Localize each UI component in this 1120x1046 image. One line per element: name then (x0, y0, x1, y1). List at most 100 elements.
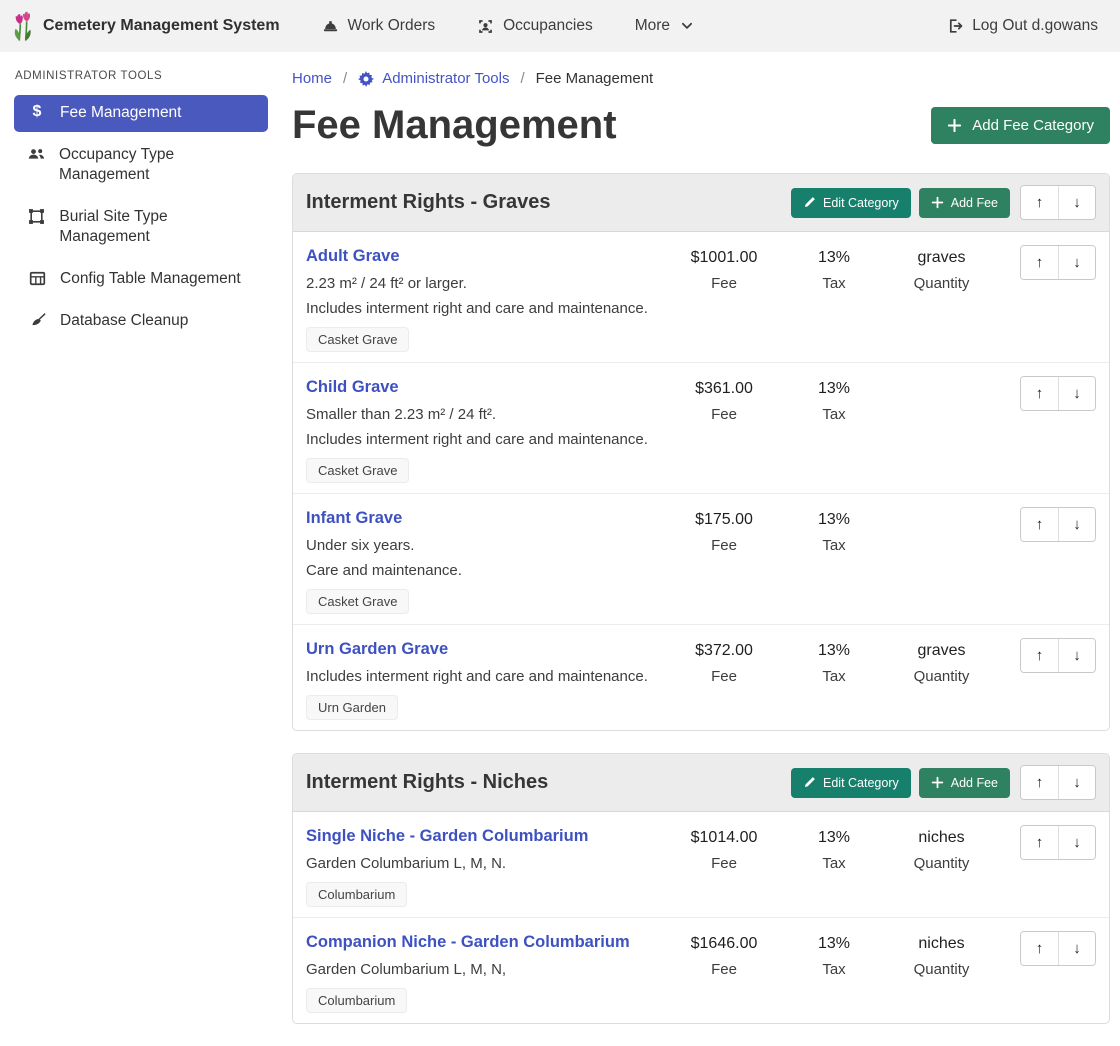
fee-type-badge: Columbarium (306, 882, 407, 907)
sidebar: ADMINISTRATOR TOOLS $ Fee Management Occup… (0, 52, 280, 345)
broom-icon (27, 312, 47, 329)
users-icon (27, 146, 46, 162)
logout-label: Log Out d.gowans (972, 17, 1098, 35)
fee-move-up-button[interactable]: ↑ (1021, 508, 1058, 541)
breadcrumb-administrator-tools[interactable]: Administrator Tools (358, 70, 509, 87)
quantity-unit-value: graves (879, 640, 1004, 661)
fee-move-down-button[interactable]: ↓ (1058, 377, 1095, 410)
breadcrumb-home[interactable]: Home (292, 70, 332, 87)
fee-name-link[interactable]: Urn Garden Grave (306, 639, 448, 660)
sidebar-item-burial-site-type-management[interactable]: Burial Site Type Management (14, 199, 268, 256)
quantity-empty (879, 506, 1004, 509)
top-nav-links: Work Orders Occupancies More (280, 17, 694, 35)
sidebar-item-database-cleanup[interactable]: Database Cleanup (14, 303, 268, 340)
app-title: Cemetery Management System (43, 17, 280, 35)
fee-name-link[interactable]: Child Grave (306, 377, 399, 398)
fee-row-arrows: ↑↓ (1010, 375, 1096, 411)
quantity-unit: niches Quantity (879, 824, 1004, 872)
dollar-icon: $ (27, 104, 47, 120)
quantity-unit: gravesQuantity (879, 244, 1004, 292)
fee-move-down-button[interactable]: ↓ (1058, 508, 1095, 541)
tax-rate-label: Tax (789, 668, 879, 685)
fee-name-link[interactable]: Adult Grave (306, 246, 400, 267)
fee-move-down-button[interactable]: ↓ (1058, 826, 1095, 859)
quantity-unit-value: graves (879, 247, 1004, 268)
quantity-unit: graves Quantity (879, 637, 1004, 685)
vector-square-icon (27, 208, 46, 225)
category-move-up-button[interactable]: ↑ (1021, 766, 1058, 799)
category-reorder-group: ↑↓ (1020, 765, 1096, 800)
edit-category-button[interactable]: Edit Category (791, 768, 911, 798)
nav-item-label: More (635, 17, 670, 35)
sidebar-item-fee-management[interactable]: $ Fee Management (14, 95, 268, 132)
add-fee-label: Add Fee (951, 776, 998, 790)
fee-amount-label: Fee (659, 406, 789, 423)
fee-move-down-button[interactable]: ↓ (1058, 246, 1095, 279)
fee-reorder-group: ↑↓ (1020, 931, 1096, 966)
edit-category-label: Edit Category (823, 776, 899, 790)
fee-move-down-button[interactable]: ↓ (1058, 639, 1095, 672)
fee-description: Smaller than 2.23 m² / 24 ft². (306, 405, 659, 424)
fee-reorder-group: ↑↓ (1020, 507, 1096, 542)
logout-link[interactable]: Log Out d.gowans (947, 17, 1098, 35)
fee-reorder-group: ↑↓ (1020, 638, 1096, 673)
quantity-unit-label: Quantity (879, 668, 1004, 685)
fee-row: Adult Grave2.23 m² / 24 ft² or larger.In… (293, 232, 1109, 363)
quantity-unit: nichesQuantity (879, 930, 1004, 978)
category-move-up-button[interactable]: ↑ (1021, 186, 1058, 219)
tax-rate-value: 13% (789, 378, 879, 399)
quantity-unit-label: Quantity (879, 961, 1004, 978)
edit-category-label: Edit Category (823, 196, 899, 210)
fee-move-up-button[interactable]: ↑ (1021, 246, 1058, 279)
fee-move-up-button[interactable]: ↑ (1021, 377, 1058, 410)
fee-move-up-button[interactable]: ↑ (1021, 639, 1058, 672)
fee-move-up-button[interactable]: ↑ (1021, 932, 1058, 965)
fee-name-link[interactable]: Companion Niche - Garden Columbarium (306, 932, 630, 953)
fee-amount: $361.00Fee (659, 375, 789, 423)
nav-item-work-orders[interactable]: Work Orders (322, 17, 436, 35)
plus-icon (931, 196, 944, 209)
nav-item-more[interactable]: More (635, 17, 693, 35)
nav-item-occupancies[interactable]: Occupancies (477, 17, 593, 35)
breadcrumb-label: Fee Management (536, 70, 654, 87)
tax-rate: 13%Tax (789, 506, 879, 554)
breadcrumb-fee-management: Fee Management (536, 70, 654, 87)
occupant-frame-icon (477, 18, 494, 35)
top-navbar: Cemetery Management System Work Orders Oc… (0, 0, 1120, 52)
fee-move-down-button[interactable]: ↓ (1058, 932, 1095, 965)
fee-description: Garden Columbarium L, M, N. (306, 854, 659, 873)
tax-rate-value: 13% (789, 509, 879, 530)
add-fee-button[interactable]: Add Fee (919, 768, 1010, 798)
category-move-down-button[interactable]: ↓ (1058, 766, 1095, 799)
add-fee-category-button[interactable]: Add Fee Category (931, 107, 1110, 144)
tax-rate-value: 13% (789, 640, 879, 661)
fee-move-up-button[interactable]: ↑ (1021, 826, 1058, 859)
sidebar-item-label: Burial Site Type Management (59, 207, 256, 247)
fee-name-link[interactable]: Single Niche - Garden Columbarium (306, 826, 588, 847)
fee-amount: $372.00Fee (659, 637, 789, 685)
sidebar-item-label: Fee Management (60, 103, 182, 123)
fee-amount-label: Fee (659, 275, 789, 292)
sidebar-heading: ADMINISTRATOR TOOLS (15, 70, 268, 82)
fee-details: Child Grave Smaller than 2.23 m² / 24 ft²… (306, 375, 659, 483)
fee-name-link[interactable]: Infant Grave (306, 508, 402, 529)
pencil-icon (803, 196, 816, 209)
add-fee-category-label: Add Fee Category (972, 117, 1094, 134)
fee-tag-wrap: Urn Garden (306, 692, 659, 720)
fee-row-arrows: ↑↓ (1010, 930, 1096, 966)
edit-category-button[interactable]: Edit Category (791, 188, 911, 218)
fee-row-arrows: ↑↓ (1010, 244, 1096, 280)
fee-tag-wrap: Casket Grave (306, 324, 659, 352)
quantity-unit-label: Quantity (879, 855, 1004, 872)
fee-amount-value: $1014.00 (659, 827, 789, 848)
sidebar-item-label: Database Cleanup (60, 311, 188, 331)
fee-row-arrows: ↑↓ (1010, 506, 1096, 542)
sidebar-item-occupancy-type-management[interactable]: Occupancy Type Management (14, 137, 268, 194)
category-move-down-button[interactable]: ↓ (1058, 186, 1095, 219)
fee-description: Includes interment right and care and ma… (306, 299, 659, 318)
sidebar-item-config-table-management[interactable]: Config Table Management (14, 261, 268, 298)
fee-details: Single Niche - Garden Columbarium Garden … (306, 824, 659, 907)
quantity-unit-value: niches (879, 827, 1004, 848)
add-fee-button[interactable]: Add Fee (919, 188, 1010, 218)
app-brand[interactable]: Cemetery Management System (12, 10, 280, 42)
